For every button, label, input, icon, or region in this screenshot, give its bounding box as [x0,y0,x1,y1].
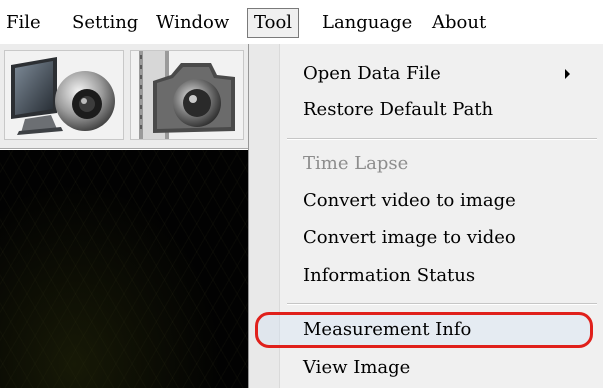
menu-tool[interactable]: Tool [247,8,300,38]
menu-separator [287,303,597,305]
menu-item-label: Open Data File [303,63,441,84]
menu-bar: File Setting Window Tool Language About [0,0,603,45]
menu-item-restore-default-path[interactable]: Restore Default Path [303,92,493,128]
menu-setting[interactable]: Setting [66,8,144,38]
camera-film-icon [139,51,235,139]
capture-button[interactable] [130,50,244,140]
menu-file[interactable]: File [0,8,47,38]
menu-window[interactable]: Window [150,8,235,38]
menu-item-convert-video-to-image[interactable]: Convert video to image [303,183,516,219]
toolbar [0,44,248,149]
tool-menu: Open Data File Restore Default Path Time… [248,44,603,388]
menu-item-measurement-info[interactable]: Measurement Info [303,312,471,348]
menu-item-information-status[interactable]: Information Status [303,258,475,294]
menu-separator [287,138,597,140]
menu-item-time-lapse: Time Lapse [303,153,409,174]
menu-about[interactable]: About [426,8,492,38]
menu-item-view-image[interactable]: View Image [303,350,410,386]
menu-item-open-data-file[interactable]: Open Data File [303,56,588,92]
monitor-webcam-icon [11,57,115,135]
webcam-button[interactable] [4,50,124,140]
video-preview[interactable] [0,150,248,388]
menu-language[interactable]: Language [316,8,418,38]
submenu-arrow-icon [565,69,570,79]
menu-item-convert-image-to-video[interactable]: Convert image to video [303,220,516,256]
